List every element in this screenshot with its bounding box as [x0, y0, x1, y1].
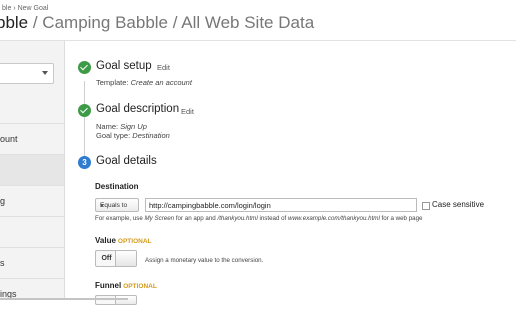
hint-my-screen: My Screen [144, 215, 175, 222]
breadcrumb-item-new-goal: New Goal [17, 5, 49, 12]
destination-url-input[interactable] [145, 198, 417, 212]
template-label: Template: [96, 78, 129, 87]
goal-name-value: Sign Up [120, 122, 147, 131]
breadcrumb: ble › New Goal [2, 5, 48, 12]
destination-hint: For example, use My Screen for an app an… [95, 215, 422, 222]
hint-path: /thankyou.html [217, 215, 258, 222]
optional-badge: OPTIONAL [123, 283, 157, 290]
breadcrumb-separator: › [13, 5, 16, 12]
value-description: Assign a monetary value to the conversio… [145, 257, 264, 264]
hint-text: instead of [257, 215, 288, 222]
case-sensitive-label: Case sensitive [432, 200, 485, 209]
funnel-label-text: Funnel [95, 281, 122, 290]
step-title-goal-description: Goal description [96, 103, 180, 115]
step-title-goal-details: Goal details [96, 155, 157, 167]
optional-badge: OPTIONAL [117, 238, 152, 245]
step-title-goal-setup: Goal setup [96, 60, 152, 72]
match-type-select[interactable]: Equals to [95, 198, 139, 212]
goal-name-info: Name: Sign Up [96, 122, 147, 131]
edit-goal-setup-link[interactable]: Edit [157, 63, 170, 72]
funnel-toggle[interactable] [95, 295, 137, 305]
hint-text: For example, use [95, 215, 145, 222]
sidebar-item-label: g [0, 196, 6, 206]
sidebar-item-tracking[interactable]: g [0, 185, 64, 216]
step-number-badge: 3 [78, 156, 91, 169]
sidebar-item-account[interactable]: ount [0, 123, 64, 154]
match-type-value: Equals to [100, 201, 128, 209]
value-label: Value OPTIONAL [95, 236, 152, 245]
hint-text: for a web page [379, 215, 423, 222]
sidebar-item-goals[interactable] [0, 154, 64, 185]
funnel-label: Funnel OPTIONAL [95, 281, 157, 290]
check-icon [78, 104, 91, 117]
sidebar-item-settings[interactable]: ings [0, 278, 64, 309]
sidebar-item-blank[interactable] [0, 216, 64, 247]
page-title-account: bble [0, 13, 29, 32]
page-title: bble / Camping Babble / All Web Site Dat… [0, 13, 314, 33]
value-label-text: Value [95, 236, 116, 245]
sidebar-item-filters[interactable]: s [0, 247, 64, 278]
destination-label: Destination [95, 182, 139, 191]
case-sensitive-checkbox[interactable] [422, 202, 430, 210]
template-value: Create an account [130, 78, 192, 87]
goal-name-label: Name: [96, 122, 119, 131]
check-icon [78, 61, 91, 74]
page-title-path: / Camping Babble / All Web Site Data [28, 13, 315, 32]
toggle-knob [115, 251, 136, 266]
view-selector[interactable] [0, 63, 54, 84]
step-connector-line [84, 81, 85, 161]
goal-type-info: Goal type: Destination [96, 131, 170, 140]
goal-form: Goal setup Edit Template: Create an acco… [65, 41, 516, 305]
goal-type-value: Destination [132, 131, 170, 140]
hint-url: www.example.com/thankyou.html [288, 215, 380, 222]
toggle-state-label: Off [101, 255, 112, 262]
sidebar-item-label: s [0, 258, 5, 268]
sidebar: ount g s ings [0, 41, 65, 300]
hint-text: for an app and [174, 215, 218, 222]
sidebar-item-label: ount [0, 134, 18, 144]
chevron-down-icon [100, 204, 104, 207]
template-info: Template: Create an account [96, 78, 192, 87]
edit-goal-description-link[interactable]: Edit [181, 107, 194, 116]
chevron-down-icon [42, 71, 48, 75]
value-toggle[interactable]: Off [95, 250, 137, 267]
breadcrumb-item-account[interactable]: ble [2, 5, 11, 12]
goal-type-label: Goal type: [96, 131, 131, 140]
